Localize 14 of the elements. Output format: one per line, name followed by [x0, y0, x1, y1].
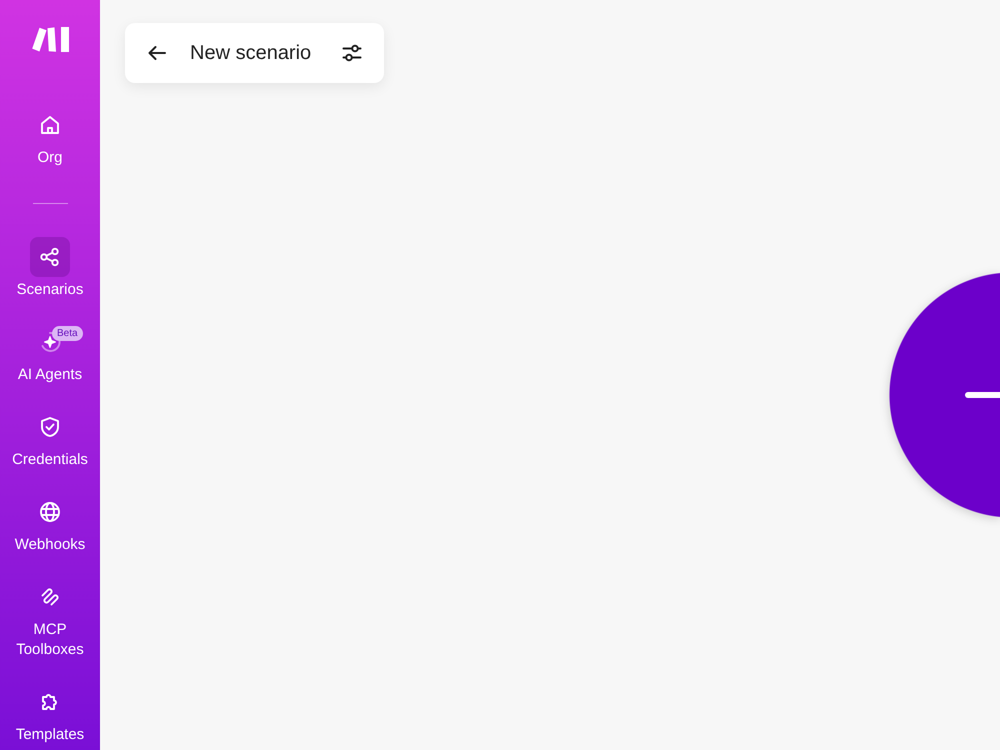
shield-check-icon [38, 415, 62, 439]
share-nodes-icon [30, 237, 70, 277]
beta-badge: Beta [52, 326, 83, 341]
home-icon [38, 113, 62, 137]
logo-icon[interactable] [32, 27, 68, 52]
sidebar-nav-item[interactable]: MCP Toolboxes [4, 577, 96, 660]
globe-icon [38, 500, 62, 524]
sidebar-nav-item[interactable]: Scenarios [16, 237, 84, 300]
sidebar-nav-item[interactable]: Credentials [12, 407, 88, 470]
sidebar-nav-item[interactable]: Beta AI Agents [18, 322, 82, 385]
sidebar-nav-item[interactable]: Templates [16, 682, 84, 745]
sidebar-nav-item[interactable]: Webhooks [14, 492, 86, 555]
scenario-title: New scenario [190, 41, 312, 66]
sidebar-nav-item[interactable]: Org [30, 105, 70, 168]
